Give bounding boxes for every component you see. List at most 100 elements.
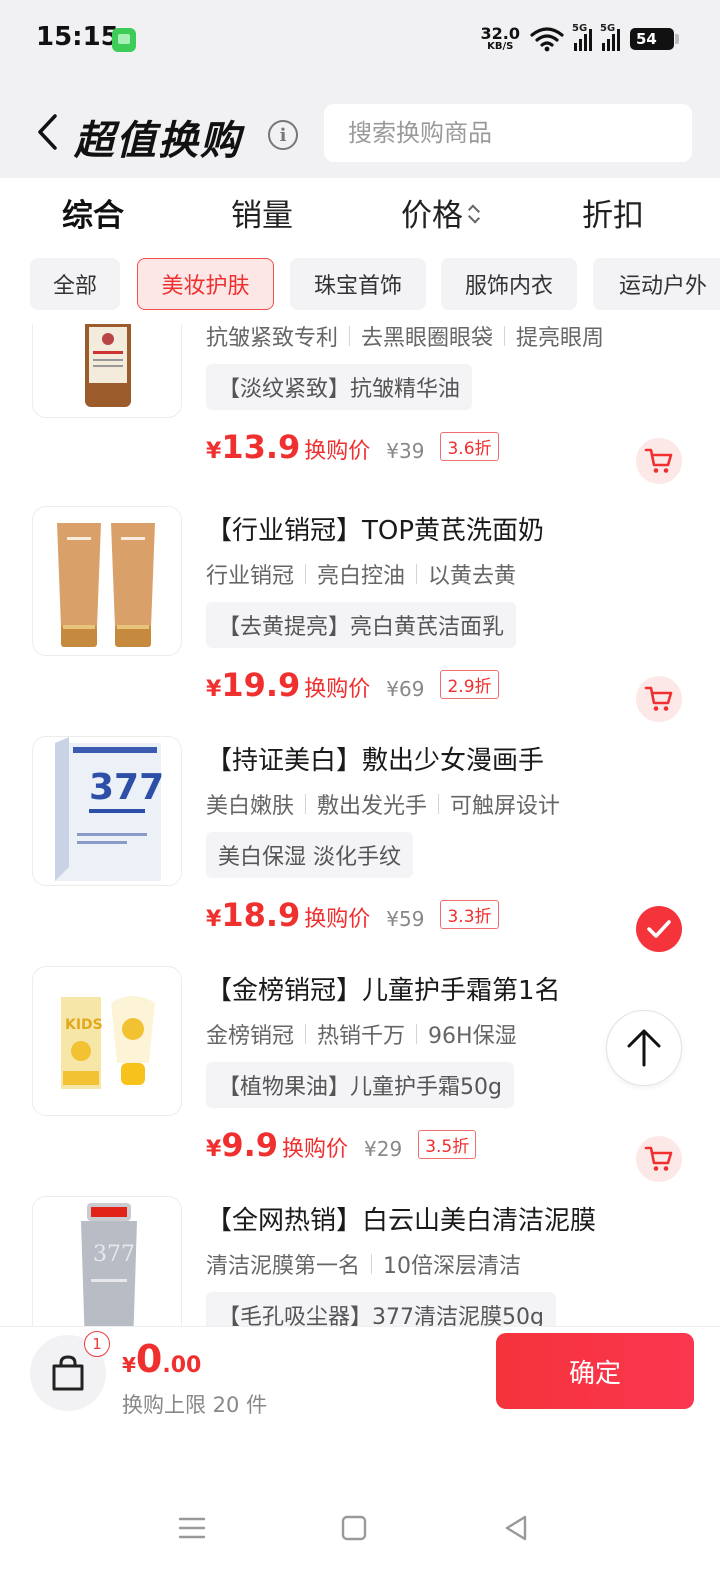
product-card[interactable]: 【行业销冠】TOP黄芪洗面奶 行业销冠 亮白控油 以黄去黄 【去黄提亮】亮白黄芪… <box>0 506 720 736</box>
add-to-cart-button[interactable] <box>636 1136 682 1182</box>
back-triangle-icon <box>505 1515 527 1541</box>
product-tag: 敷出发光手 <box>317 794 428 819</box>
status-indicators: 32.0 KB/S 5G 5G 54 <box>480 23 679 54</box>
bottom-bar: 1 ¥ 0 .00 换购上限 20 件 确定 <box>0 1326 720 1422</box>
shopping-bag-icon <box>52 1355 84 1391</box>
price-label: 换购价 <box>304 439 371 464</box>
product-title: 【全网热销】白云山美白清洁泥膜 <box>206 1206 597 1236</box>
wifi-icon <box>530 27 564 52</box>
page-title: 超值换购 <box>74 118 242 164</box>
back-button[interactable] <box>30 112 64 152</box>
cart-icon <box>644 448 673 473</box>
product-tags: 金榜销冠 热销千万 96H保湿 <box>206 1018 517 1050</box>
product-tag: 抗皱紧致专利 <box>206 326 339 351</box>
product-subtitle: 【去黄提亮】亮白黄芪洁面乳 <box>206 602 517 648</box>
cell-signal-label-2: 5G <box>600 23 616 34</box>
purchase-limit-text: 换购上限 20 件 <box>122 1393 268 1417</box>
cell-signal-icon: 5G <box>572 23 592 51</box>
product-card[interactable]: KIDS 【金榜销冠】儿童护手霜第1名 金榜销冠 热销千万 96H保湿 【植物果… <box>0 966 720 1196</box>
scroll-to-top-button[interactable] <box>606 1010 682 1086</box>
tab-comprehensive[interactable]: 综合 <box>62 190 124 235</box>
cart-icon <box>644 686 673 711</box>
product-tag: 以黄去黄 <box>428 564 517 589</box>
price-label: 换购价 <box>282 1137 349 1162</box>
add-to-cart-button[interactable] <box>636 676 682 722</box>
category-jewelry[interactable]: 珠宝首饰 <box>290 258 426 310</box>
bag-count-badge: 1 <box>84 1331 110 1357</box>
price-currency: ¥ <box>206 439 222 464</box>
category-beauty[interactable]: 美妆护肤 <box>137 258 274 310</box>
sort-tabs: 综合 销量 价格 折扣 <box>0 178 720 244</box>
total-price: ¥ 0 .00 <box>122 1337 201 1381</box>
battery-icon: 54 <box>630 28 679 50</box>
total-integer: 0 <box>135 1337 163 1381</box>
product-tags: 清洁泥膜第一名 10倍深层清洁 <box>206 1248 521 1280</box>
price-currency: ¥ <box>206 1137 222 1162</box>
category-all[interactable]: 全部 <box>30 258 120 310</box>
product-tag: 去黑眼圈眼袋 <box>361 326 494 351</box>
product-price: ¥ 18.9 换购价 ¥59 3.3折 <box>206 896 499 934</box>
tab-price-label: 价格 <box>401 198 463 234</box>
product-card[interactable]: 377 【全网热销】白云山美白清洁泥膜 清洁泥膜第一名 10倍深层清洁 【毛孔吸… <box>0 1196 720 1326</box>
total-decimal: .00 <box>162 1353 202 1378</box>
price-value: 13.9 <box>221 428 301 466</box>
nav-home-button[interactable] <box>334 1508 374 1548</box>
search-input[interactable] <box>324 104 692 162</box>
original-price: ¥29 <box>364 1137 403 1161</box>
price-label: 换购价 <box>304 907 371 932</box>
original-price: ¥39 <box>386 439 425 463</box>
nav-back-button[interactable] <box>496 1508 536 1548</box>
add-to-cart-button[interactable] <box>636 438 682 484</box>
tab-price[interactable]: 价格 <box>401 190 481 235</box>
product-title: 【持证美白】敷出少女漫画手 <box>206 746 545 776</box>
checkmark-icon <box>647 920 671 938</box>
selected-checkmark-button[interactable] <box>636 906 682 952</box>
tab-sales-label: 销量 <box>231 198 293 234</box>
product-image <box>32 506 182 656</box>
nav-menu-button[interactable] <box>172 1508 212 1548</box>
discount-badge: 3.3折 <box>440 900 499 929</box>
price-value: 18.9 <box>221 896 301 934</box>
product-tag: 亮白控油 <box>317 564 406 589</box>
price-currency: ¥ <box>206 677 222 702</box>
home-square-icon <box>341 1515 367 1541</box>
system-nav-bar <box>0 1422 720 1584</box>
search-box[interactable] <box>324 104 692 162</box>
category-filter: 全部 美妆护肤 珠宝首饰 服饰内衣 运动户外 <box>0 244 720 324</box>
product-tag: 热销千万 <box>317 1024 406 1049</box>
cell-signal-label: 5G <box>572 23 588 34</box>
product-image: 377 <box>32 1196 182 1326</box>
message-app-icon <box>112 28 136 52</box>
network-speed-value: 32.0 <box>480 24 520 43</box>
sort-arrows-icon <box>467 203 481 224</box>
status-time: 15:15 <box>36 22 119 52</box>
confirm-button[interactable]: 确定 <box>496 1333 694 1409</box>
product-tag: 金榜销冠 <box>206 1024 295 1049</box>
info-icon[interactable]: i <box>268 120 298 150</box>
product-card[interactable]: 377 【持证美白】敷出少女漫画手 美白嫩肤 敷出发光手 可触屏设计 美白保湿 … <box>0 736 720 966</box>
original-price: ¥59 <box>386 907 425 931</box>
discount-badge: 3.6折 <box>440 432 499 461</box>
tab-comprehensive-label: 综合 <box>62 198 124 234</box>
original-price: ¥69 <box>386 677 425 701</box>
product-tag: 提亮眼周 <box>516 326 605 351</box>
cart-icon <box>644 1146 673 1171</box>
price-label: 换购价 <box>304 677 371 702</box>
product-card[interactable]: 抗皱紧致专利 去黑眼圈眼袋 提亮眼周 【淡纹紧致】抗皱精华油 ¥ 13.9 换购… <box>0 324 720 498</box>
product-tag: 10倍深层清洁 <box>383 1254 522 1279</box>
category-sports[interactable]: 运动户外 <box>593 258 720 310</box>
product-price: ¥ 19.9 换购价 ¥69 2.9折 <box>206 666 499 704</box>
tab-discount[interactable]: 折扣 <box>582 190 644 235</box>
product-subtitle: 【毛孔吸尘器】377清洁泥膜50g <box>206 1292 556 1326</box>
tab-sales[interactable]: 销量 <box>231 190 293 235</box>
product-tag: 美白嫩肤 <box>206 794 295 819</box>
menu-icon <box>178 1517 206 1539</box>
product-image: 377 <box>32 736 182 886</box>
product-tag: 96H保湿 <box>428 1024 517 1049</box>
product-price: ¥ 13.9 换购价 ¥39 3.6折 <box>206 428 499 466</box>
total-currency: ¥ <box>122 1353 136 1377</box>
thumb-brand-text: KIDS <box>65 1017 103 1033</box>
network-speed-unit: KB/S <box>487 41 514 52</box>
product-tags: 行业销冠 亮白控油 以黄去黄 <box>206 558 516 590</box>
category-apparel[interactable]: 服饰内衣 <box>441 258 577 310</box>
